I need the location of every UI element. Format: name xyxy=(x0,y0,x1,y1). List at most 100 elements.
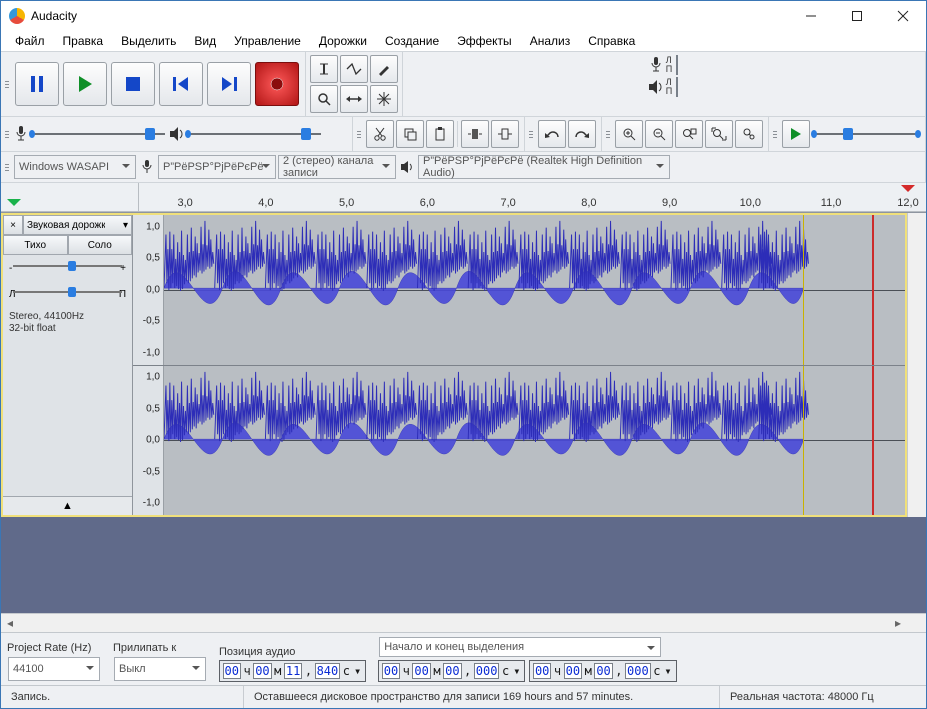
selection-end-display[interactable]: 00ч 00м 00, 000с▾ xyxy=(529,660,676,682)
skip-end-button[interactable] xyxy=(207,62,251,106)
undo-button[interactable] xyxy=(538,120,566,148)
recording-channels-combo[interactable]: 2 (стерео) канала записи xyxy=(278,155,396,179)
play-at-speed-button[interactable] xyxy=(782,120,810,148)
envelope-tool[interactable] xyxy=(340,55,368,83)
zoom-in-button[interactable] xyxy=(615,120,643,148)
audio-position-display[interactable]: 00ч 00м 11, 840с▾ xyxy=(219,660,366,682)
zoom-toggle-button[interactable] xyxy=(735,120,763,148)
menu-select[interactable]: Выделить xyxy=(113,31,184,51)
track-close-button[interactable]: × xyxy=(3,215,23,235)
pan-slider[interactable]: ЛП xyxy=(3,281,132,307)
status-actual-rate: Реальная частота: 48000 Гц xyxy=(720,686,926,708)
gain-slider[interactable]: -+ xyxy=(3,255,132,281)
ruler-scale[interactable]: 3,0 4,0 5,0 6,0 7,0 8,0 9,0 10,0 11,0 12… xyxy=(139,183,908,211)
toolbar-row-1: ЛП -57-54-51-48-45-42-39-36-33-30-27-24-… xyxy=(1,51,926,117)
speaker-icon xyxy=(169,126,185,142)
copy-button[interactable] xyxy=(396,120,424,148)
maximize-button[interactable] xyxy=(834,1,880,31)
mic-icon xyxy=(13,125,29,143)
paste-button[interactable] xyxy=(426,120,454,148)
trim-button[interactable] xyxy=(461,120,489,148)
close-button[interactable] xyxy=(880,1,926,31)
skip-start-button[interactable] xyxy=(159,62,203,106)
menu-file[interactable]: Файл xyxy=(7,31,53,51)
silence-button[interactable] xyxy=(491,120,519,148)
record-button[interactable] xyxy=(255,62,299,106)
zoom-out-button[interactable] xyxy=(645,120,673,148)
menu-edit[interactable]: Правка xyxy=(55,31,112,51)
redo-button[interactable] xyxy=(568,120,596,148)
grip-icon[interactable] xyxy=(606,119,612,149)
waveform-right[interactable] xyxy=(164,366,905,516)
draw-tool[interactable] xyxy=(370,55,398,83)
menu-effects[interactable]: Эффекты xyxy=(449,31,520,51)
scroll-left-button[interactable]: ◂ xyxy=(1,615,19,631)
playback-volume-slider[interactable] xyxy=(185,125,325,143)
audio-host-combo[interactable]: Windows WASAPI xyxy=(14,155,136,179)
vertical-scale[interactable]: 1,0 0,5 0,0 -0,5 -1,0 xyxy=(133,215,164,365)
grip-icon[interactable] xyxy=(5,154,11,180)
mute-button[interactable]: Тихо xyxy=(3,235,68,255)
tools-toolbar xyxy=(306,52,403,116)
channel-right: 1,0 0,5 0,0 -0,5 -1,0 xyxy=(133,366,905,516)
track-format-info: Stereo, 44100Hz 32-bit float xyxy=(3,307,132,339)
solo-button[interactable]: Соло xyxy=(68,235,133,255)
scroll-right-button[interactable]: ▸ xyxy=(889,615,907,631)
playback-device-combo[interactable]: Р”РёРЅР°РјРёРєРё (Realtek High Definitio… xyxy=(418,155,670,179)
audio-track: × Звуковая дорожка▾ Тихо Соло -+ ЛП Ster… xyxy=(1,213,907,517)
track-control-panel[interactable]: × Звуковая дорожка▾ Тихо Соло -+ ЛП Ster… xyxy=(3,215,133,515)
grip-icon[interactable] xyxy=(773,119,779,149)
playback-speed-slider[interactable] xyxy=(811,125,921,143)
status-disk: Оставшееся дисковое пространство для зап… xyxy=(244,686,720,708)
device-toolbar: Windows WASAPI Р”РёРЅР°РјРёРєРё 2 (стере… xyxy=(1,152,926,183)
quickplay-marker-icon[interactable] xyxy=(7,199,21,213)
snap-field: Прилипать к Выкл xyxy=(113,642,207,682)
meter-ticks: -57-54-51-48-45-42-39-36-33-30-27-24-21-… xyxy=(677,56,678,74)
selection-tool[interactable] xyxy=(310,55,338,83)
pause-button[interactable] xyxy=(15,62,59,106)
status-bar: Запись. Оставшееся дисковое пространство… xyxy=(1,685,926,708)
vertical-scale[interactable]: 1,0 0,5 0,0 -0,5 -1,0 xyxy=(133,366,164,516)
menu-tracks[interactable]: Дорожки xyxy=(311,31,375,51)
menu-analyze[interactable]: Анализ xyxy=(522,31,579,51)
menu-generate[interactable]: Создание xyxy=(377,31,447,51)
channel-left: 1,0 0,5 0,0 -0,5 -1,0 xyxy=(133,215,905,366)
stop-button[interactable] xyxy=(111,62,155,106)
selection-start-display[interactable]: 00ч 00м 00, 000с▾ xyxy=(378,660,525,682)
grip-icon[interactable] xyxy=(5,54,11,114)
grip-icon[interactable] xyxy=(529,119,535,149)
timeshift-tool[interactable] xyxy=(340,85,368,113)
track-collapse-button[interactable]: ▲ xyxy=(3,496,132,515)
fit-selection-button[interactable] xyxy=(675,120,703,148)
menu-help[interactable]: Справка xyxy=(580,31,643,51)
multi-tool[interactable] xyxy=(370,85,398,113)
meters-toolbar: ЛП -57-54-51-48-45-42-39-36-33-30-27-24-… xyxy=(403,52,926,116)
playback-meter[interactable]: -57-54-51-48-45-42-39-36-33-30-27-24-21-… xyxy=(676,77,678,97)
minimize-button[interactable] xyxy=(788,1,834,31)
recording-volume-slider[interactable] xyxy=(29,125,169,143)
grip-icon[interactable] xyxy=(357,119,363,149)
play-button[interactable] xyxy=(63,62,107,106)
recording-meter[interactable]: -57-54-51-48-45-42-39-36-33-30-27-24-21-… xyxy=(676,55,678,75)
audacity-window: Audacity Файл Правка Выделить Вид Управл… xyxy=(0,0,927,709)
grip-icon[interactable] xyxy=(5,119,11,149)
selection-mode-combo[interactable]: Начало и конец выделения xyxy=(379,637,661,657)
snap-to-combo[interactable]: Выкл xyxy=(114,657,206,681)
horizontal-scrollbar[interactable]: ◂ ▸ xyxy=(1,613,926,632)
audio-position-field: Позиция аудио 00ч 00м 11, 840с▾ xyxy=(219,646,366,682)
cut-button[interactable] xyxy=(366,120,394,148)
waveform-left[interactable] xyxy=(164,215,905,365)
menu-transport[interactable]: Управление xyxy=(226,31,309,51)
recording-device-combo[interactable]: Р”РёРЅР°РјРёРєРё xyxy=(158,155,276,179)
selection-field: Начало и конец выделения 00ч 00м 00, 000… xyxy=(378,636,676,682)
zoom-tool[interactable] xyxy=(310,85,338,113)
titlebar[interactable]: Audacity xyxy=(1,1,926,31)
project-rate-field: Project Rate (Hz) 44100 xyxy=(7,642,101,682)
timeline-ruler[interactable]: 3,0 4,0 5,0 6,0 7,0 8,0 9,0 10,0 11,0 12… xyxy=(1,183,926,212)
project-rate-combo[interactable]: 44100 xyxy=(8,657,100,681)
track-menu-button[interactable]: Звуковая дорожка▾ xyxy=(23,215,132,235)
end-marker-icon xyxy=(901,185,915,199)
menu-view[interactable]: Вид xyxy=(186,31,224,51)
vertical-scrollbar[interactable] xyxy=(907,213,926,517)
fit-project-button[interactable] xyxy=(705,120,733,148)
